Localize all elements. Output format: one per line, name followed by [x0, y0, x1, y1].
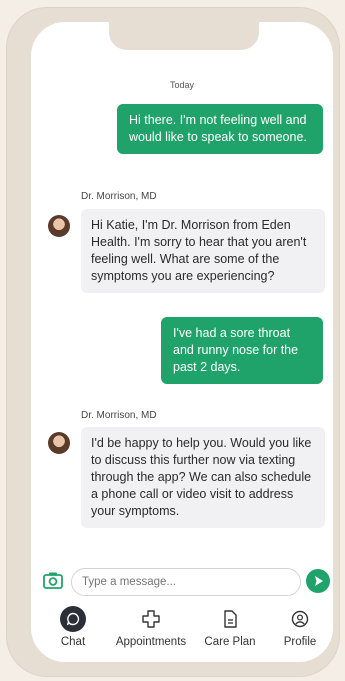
- message-sender: Dr. Morrison, MD: [81, 191, 157, 202]
- profile-icon: [287, 606, 313, 632]
- incoming-message: Hi Katie, I'm Dr. Morrison from Eden Hea…: [81, 209, 325, 293]
- chat-icon: [60, 606, 86, 632]
- outgoing-message: Hi there. I'm not feeling well and would…: [117, 104, 323, 154]
- tab-label: Profile: [283, 636, 317, 648]
- send-button[interactable]: [306, 569, 330, 593]
- message-sender: Dr. Morrison, MD: [81, 410, 157, 421]
- message-composer: [31, 564, 333, 598]
- plus-cross-icon: [138, 606, 164, 632]
- day-separator: Today: [169, 80, 195, 90]
- chat-screen: Today Hi there. I'm not feeling well and…: [31, 22, 333, 662]
- bottom-tab-bar: Chat Appointments Care Plan Profile: [31, 606, 333, 662]
- send-icon: [315, 576, 323, 586]
- phone-frame: Today Hi there. I'm not feeling well and…: [7, 8, 339, 676]
- phone-notch: [109, 22, 259, 50]
- doctor-avatar[interactable]: [48, 215, 70, 237]
- tab-chat[interactable]: Chat: [51, 606, 95, 648]
- tab-appointments[interactable]: Appointments: [106, 606, 196, 648]
- tab-profile[interactable]: Profile: [277, 606, 323, 648]
- message-input[interactable]: [71, 568, 301, 596]
- camera-icon[interactable]: [43, 571, 63, 589]
- tab-care-plan[interactable]: Care Plan: [198, 606, 262, 648]
- tab-label: Chat: [60, 636, 86, 648]
- document-icon: [217, 606, 243, 632]
- tab-label: Care Plan: [204, 636, 256, 648]
- tab-label: Appointments: [115, 636, 187, 648]
- outgoing-message: I've had a sore throat and runny nose fo…: [161, 317, 323, 384]
- incoming-message: I'd be happy to help you. Would you like…: [81, 427, 325, 528]
- doctor-avatar[interactable]: [48, 432, 70, 454]
